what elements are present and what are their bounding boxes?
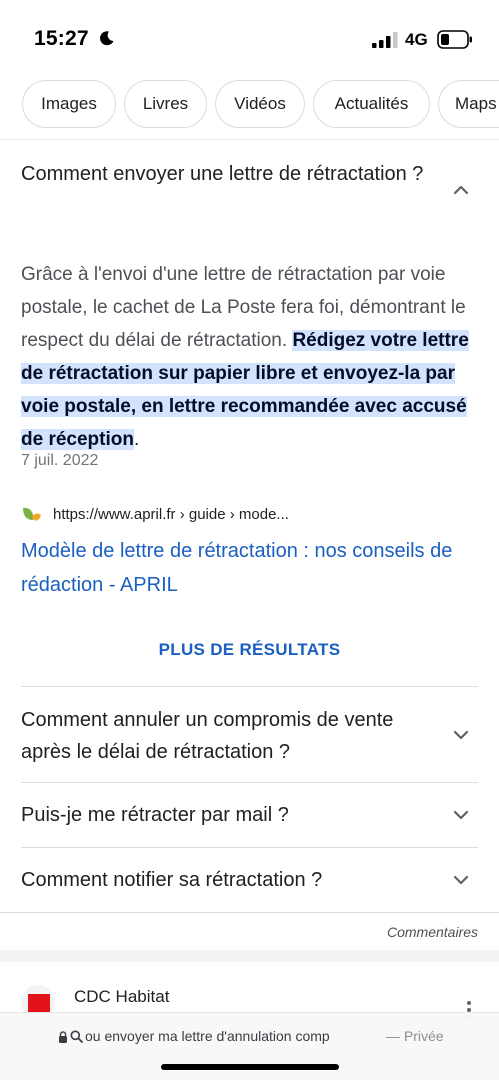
chevron-down-icon[interactable]: [451, 725, 471, 745]
chip-divider: [0, 139, 499, 140]
section-separator: [0, 950, 499, 962]
chevron-down-icon[interactable]: [451, 870, 471, 890]
home-indicator[interactable]: [161, 1064, 339, 1070]
comments-divider: [0, 912, 499, 913]
question-item[interactable]: Comment annuler un compromis de vente ap…: [21, 704, 421, 768]
network-label: 4G: [405, 30, 428, 49]
result-title-link[interactable]: Modèle de lettre de rétractation : nos c…: [21, 534, 481, 602]
chip-maps[interactable]: Maps: [438, 80, 499, 128]
filter-chip-row: Images Livres Vidéos Actualités Maps: [0, 80, 499, 130]
source-url[interactable]: https://www.april.fr › guide › mode...: [53, 506, 289, 523]
chip-videos[interactable]: Vidéos: [215, 80, 305, 128]
chip-images[interactable]: Images: [22, 80, 116, 128]
status-time: 15:27: [34, 27, 89, 50]
moon-icon: [100, 31, 114, 46]
chevron-up-icon[interactable]: [451, 180, 471, 200]
question-item[interactable]: Comment notifier sa rétractation ?: [21, 864, 421, 896]
answer-snippet: Grâce à l'envoi d'une lettre de rétracta…: [21, 258, 481, 456]
search-icon: [70, 1030, 83, 1043]
comments-link[interactable]: Commentaires: [387, 924, 478, 940]
april-favicon: [23, 507, 41, 521]
next-result-site-name[interactable]: CDC Habitat: [74, 987, 169, 1007]
question-divider: [21, 686, 478, 687]
chip-actualites[interactable]: Actualités: [313, 80, 430, 128]
question-divider: [21, 782, 478, 783]
question-divider: [21, 847, 478, 848]
answer-date: 7 juil. 2022: [21, 452, 99, 469]
chevron-down-icon[interactable]: [451, 805, 471, 825]
chip-livres[interactable]: Livres: [124, 80, 207, 128]
lock-icon: [59, 1031, 67, 1043]
expanded-question-title[interactable]: Comment envoyer une lettre de rétractati…: [21, 158, 441, 190]
answer-end: .: [133, 429, 140, 450]
battery-icon: [437, 30, 472, 49]
signal-icon: [372, 32, 398, 48]
address-query[interactable]: ou envoyer ma lettre d'annulation comp: [85, 1028, 381, 1044]
status-bar: 15:27 4G: [0, 0, 499, 78]
more-results-button[interactable]: PLUS DE RÉSULTATS: [0, 640, 499, 660]
private-mode-label: — Privée: [386, 1028, 444, 1044]
question-item[interactable]: Puis-je me rétracter par mail ?: [21, 799, 421, 831]
